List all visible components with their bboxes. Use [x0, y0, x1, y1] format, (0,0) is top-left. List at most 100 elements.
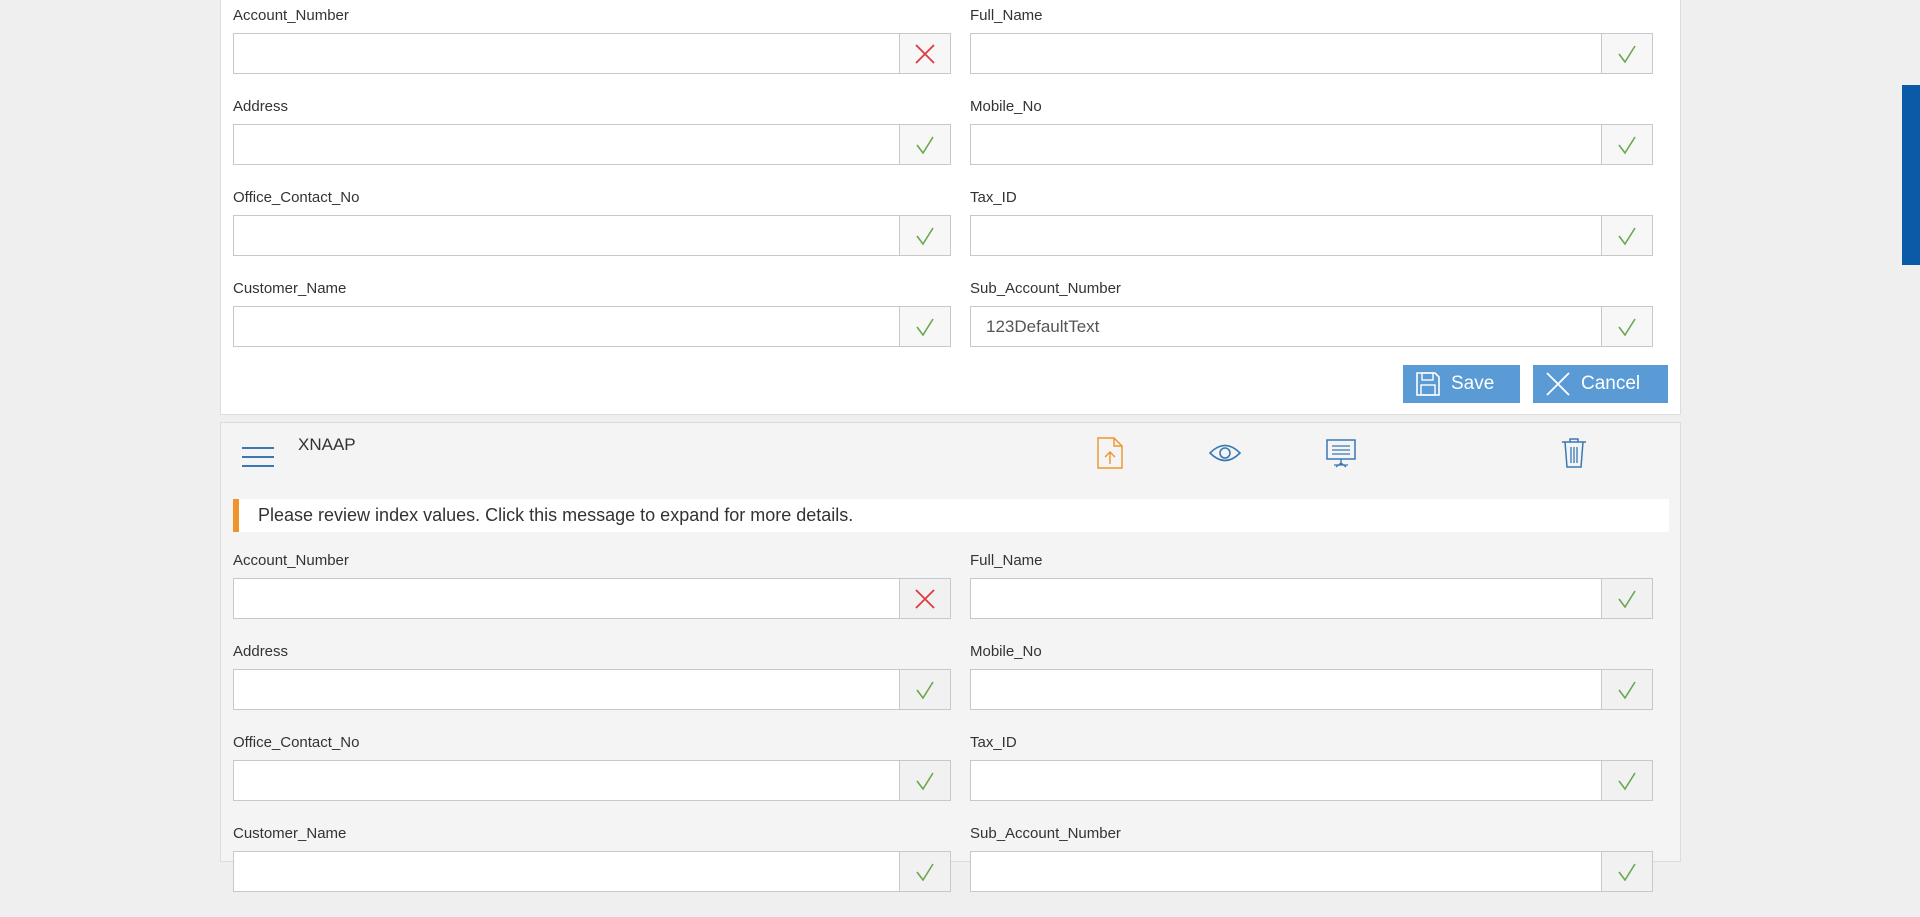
- account-number-input[interactable]: [234, 34, 899, 73]
- field-full-name: Full_Name: [970, 553, 1653, 644]
- invalid-status: [899, 579, 950, 618]
- mobile-no-input[interactable]: [971, 670, 1601, 709]
- check-icon: [1618, 681, 1636, 699]
- check-icon: [1618, 590, 1636, 608]
- field-sub-account-number: Sub_Account_Number: [970, 281, 1653, 372]
- document-panel: XNAAP Please review index values. Click …: [220, 422, 1681, 892]
- account-number-input[interactable]: [234, 579, 899, 618]
- presentation-icon[interactable]: [1324, 435, 1358, 471]
- full-name-input[interactable]: [971, 579, 1601, 618]
- valid-status: [899, 670, 950, 709]
- check-icon: [916, 772, 934, 790]
- field-label: Sub_Account_Number: [970, 825, 1121, 842]
- sub-account-number-input[interactable]: [971, 307, 1601, 346]
- field-address: Address: [233, 644, 951, 735]
- field-mobile-no: Mobile_No: [970, 644, 1653, 735]
- document-title: XNAAP: [298, 435, 356, 454]
- document-fields-grid: Account_Number Full_Name Address Mobile_…: [233, 553, 1653, 917]
- address-input[interactable]: [234, 125, 899, 164]
- field-tax-id: Tax_ID: [970, 190, 1653, 281]
- field-address: Address: [233, 99, 951, 190]
- field-label: Office_Contact_No: [233, 189, 360, 206]
- field-customer-name: Customer_Name: [233, 281, 951, 372]
- full-name-input[interactable]: [971, 34, 1601, 73]
- tax-id-input[interactable]: [971, 216, 1601, 255]
- invalid-status: [899, 34, 950, 73]
- address-input[interactable]: [234, 670, 899, 709]
- close-icon: [1545, 371, 1571, 397]
- tax-id-input[interactable]: [971, 761, 1601, 800]
- check-icon: [916, 136, 934, 154]
- field-sub-account-number: Sub_Account_Number: [970, 826, 1653, 917]
- customer-name-input[interactable]: [234, 852, 899, 891]
- scrollbar-thumb[interactable]: [1902, 85, 1920, 265]
- field-label: Tax_ID: [970, 734, 1017, 751]
- review-notice[interactable]: Please review index values. Click this m…: [233, 499, 1669, 532]
- valid-status: [1601, 125, 1652, 164]
- field-label: Account_Number: [233, 7, 349, 24]
- valid-status: [1601, 761, 1652, 800]
- sub-account-number-input[interactable]: [971, 852, 1601, 891]
- field-label: Customer_Name: [233, 280, 347, 297]
- check-icon: [1618, 227, 1636, 245]
- field-office-contact-no: Office_Contact_No: [233, 735, 951, 826]
- check-icon: [1618, 45, 1636, 63]
- field-label: Full_Name: [970, 7, 1043, 24]
- field-label: Mobile_No: [970, 643, 1042, 660]
- check-icon: [916, 318, 934, 336]
- field-customer-name: Customer_Name: [233, 826, 951, 917]
- index-form-panel: Account_Number Full_Name Address Mobile_…: [220, 0, 1681, 415]
- check-icon: [916, 227, 934, 245]
- valid-status: [899, 216, 950, 255]
- field-office-contact-no: Office_Contact_No: [233, 190, 951, 281]
- valid-status: [899, 852, 950, 891]
- field-label: Account_Number: [233, 552, 349, 569]
- save-button[interactable]: Save: [1403, 365, 1520, 403]
- office-contact-no-input[interactable]: [234, 216, 899, 255]
- floppy-disk-icon: [1415, 371, 1441, 397]
- cancel-label: Cancel: [1581, 373, 1641, 394]
- valid-status: [1601, 34, 1652, 73]
- valid-status: [1601, 670, 1652, 709]
- valid-status: [1601, 216, 1652, 255]
- valid-status: [899, 307, 950, 346]
- valid-status: [1601, 852, 1652, 891]
- document-header: XNAAP: [221, 423, 1680, 495]
- form-actions: Save Cancel: [1403, 365, 1668, 403]
- check-icon: [1618, 136, 1636, 154]
- valid-status: [899, 125, 950, 164]
- index-fields-grid: Account_Number Full_Name Address Mobile_…: [233, 8, 1653, 372]
- customer-name-input[interactable]: [234, 307, 899, 346]
- x-icon: [915, 43, 935, 64]
- field-label: Tax_ID: [970, 189, 1017, 206]
- field-label: Office_Contact_No: [233, 734, 360, 751]
- eye-icon[interactable]: [1208, 435, 1242, 471]
- field-account-number: Account_Number: [233, 553, 951, 644]
- field-label: Address: [233, 643, 289, 660]
- field-tax-id: Tax_ID: [970, 735, 1653, 826]
- check-icon: [916, 863, 934, 881]
- cancel-button[interactable]: Cancel: [1533, 365, 1668, 403]
- field-label: Customer_Name: [233, 825, 347, 842]
- field-label: Sub_Account_Number: [970, 280, 1121, 297]
- field-full-name: Full_Name: [970, 8, 1653, 99]
- save-label: Save: [1451, 373, 1495, 394]
- menu-icon[interactable]: [242, 443, 274, 471]
- upload-file-icon[interactable]: [1093, 435, 1127, 471]
- field-account-number: Account_Number: [233, 8, 951, 99]
- x-icon: [915, 588, 935, 609]
- field-label: Mobile_No: [970, 98, 1042, 115]
- check-icon: [1618, 772, 1636, 790]
- check-icon: [1618, 863, 1636, 881]
- field-mobile-no: Mobile_No: [970, 99, 1653, 190]
- valid-status: [1601, 579, 1652, 618]
- trash-icon[interactable]: [1557, 435, 1591, 471]
- check-icon: [916, 681, 934, 699]
- mobile-no-input[interactable]: [971, 125, 1601, 164]
- field-label: Full_Name: [970, 552, 1043, 569]
- check-icon: [1618, 318, 1636, 336]
- office-contact-no-input[interactable]: [234, 761, 899, 800]
- valid-status: [1601, 307, 1652, 346]
- field-label: Address: [233, 98, 289, 115]
- valid-status: [899, 761, 950, 800]
